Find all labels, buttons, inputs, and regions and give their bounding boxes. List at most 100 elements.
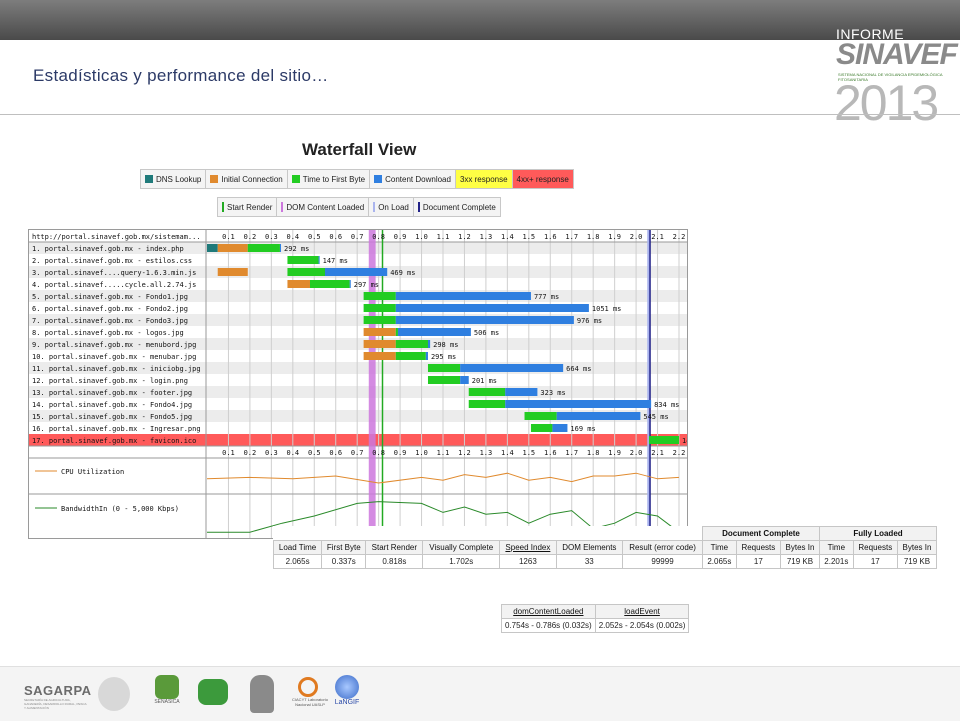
summary-value: 0.818s [365, 554, 424, 569]
request-bar-dl [460, 364, 564, 372]
waterfall-svg: 0.1 0.2 0.3 0.4 0.5 0.6 0.7 0.8 0.9 1.0 1.1 1.2 1.3 1… [29, 230, 733, 538]
summary-header: Load Time [272, 540, 323, 555]
langif-logo: LaNGIF [330, 675, 364, 706]
summary-value: 99999 [622, 554, 704, 569]
request-label: 14. portal.sinavef.gob.mx - Fondo4.jpg [32, 401, 192, 409]
request-bar-ttfb [247, 244, 280, 252]
summary-header: Bytes In [780, 540, 820, 555]
marker-legend-item: On Load [369, 198, 414, 216]
marker-legend-item: DOM Content Loaded [277, 198, 370, 216]
top-bar [0, 0, 960, 40]
axis-tick-label: 1.5 [522, 449, 535, 457]
summary-header: Result (error code) [622, 540, 704, 555]
request-bar-conn [363, 352, 396, 360]
marker-legend-label: DOM Content Loaded [286, 202, 365, 212]
summary-value: 17 [852, 554, 898, 569]
request-bar-ttfb [309, 280, 350, 288]
request-duration-label: 1051 ms [592, 305, 622, 313]
axis-tick-label: 0.6 [329, 233, 342, 241]
axis-tick-label: 1.7 [565, 449, 578, 457]
header-divider [0, 114, 960, 115]
ciacyt-logo: CIACYT Laboratorio Nacional UASLP [290, 677, 330, 707]
axis-tick-label: 0.8 [372, 233, 385, 241]
timing-legend-item: Time to First Byte [288, 170, 371, 188]
url-header-label: http://portal.sinavef.gob.mx/sistemam... [32, 233, 201, 241]
brand-logo: INFORME TECNICO SINAVEF SISTEMA NACIONAL… [834, 24, 960, 128]
timing-legend-swatch [291, 175, 300, 183]
request-duration-label: 323 ms [540, 389, 565, 397]
marker-legend-swatch [417, 202, 420, 212]
waterfall-chart: 0.1 0.2 0.3 0.4 0.5 0.6 0.7 0.8 0.9 1.0 1.1 1.2 1.3 1… [28, 229, 733, 539]
events-table: domContentLoaded loadEvent 0.754s - 0.78… [501, 604, 690, 633]
axis-tick-label: 0.1 [222, 233, 235, 241]
axis-tick-label: 1.3 [480, 449, 493, 457]
timing-legend-swatch [374, 175, 383, 183]
request-bar-ttfb [524, 412, 557, 420]
marker-legend-item: Start Render [218, 198, 278, 216]
timing-legend-item: Initial Connection [206, 170, 288, 188]
brand-year: 2013 [834, 75, 939, 131]
group-document-complete: Document Complete [702, 526, 820, 541]
request-label: 2. portal.sinavef.gob.mx - estilos.css [32, 257, 192, 265]
request-duration-label: 506 ms [474, 329, 499, 337]
request-bar-dl [505, 388, 538, 396]
axis-tick-label: 2.2 [673, 233, 686, 241]
axis-tick-label: 0.3 [265, 449, 278, 457]
axis-tick-label: 0.5 [308, 449, 321, 457]
axis-tick-label: 0.4 [286, 449, 299, 457]
request-bar-conn [217, 268, 248, 276]
request-duration-label: 297 ms [354, 281, 379, 289]
summary-header: Visually Complete [422, 540, 501, 555]
axis-tick-label: 1.3 [480, 233, 493, 241]
summary-value: 17 [735, 554, 782, 569]
summary-header: First Byte [321, 540, 367, 555]
bandwidth-label: BandwidthIn (0 - 5,000 Kbps) [61, 505, 179, 513]
sagarpa-logo-name: SAGARPA [24, 683, 92, 698]
request-bar-ttfb [427, 364, 461, 372]
summary-value: 2.201s [818, 554, 854, 569]
axis-tick-label: 1.8 [587, 449, 600, 457]
timing-legend-label: 4xx+ response [516, 174, 569, 184]
axis-tick-label: 2.1 [651, 233, 664, 241]
waterfall-title: Waterfall View [302, 140, 417, 159]
footer-logos: SAGARPA SECRETARÍA DE AGRICULTURA, GANAD… [0, 666, 960, 721]
marker-legend-swatch [222, 202, 224, 212]
request-bar-conn [363, 328, 396, 336]
axis-tick-label: 2.0 [630, 449, 643, 457]
request-label: 5. portal.sinavef.gob.mx - Fondo1.jpg [32, 293, 188, 301]
timing-legend-item: Content Download [370, 170, 456, 188]
timing-legend-swatch [145, 175, 153, 183]
request-duration-label: 545 ms [643, 413, 668, 421]
request-bar-ttfb [287, 256, 319, 264]
summary-value: 1.702s [422, 554, 501, 569]
request-label: 1. portal.sinavef.gob.mx - index.php [32, 245, 184, 253]
axis-tick-label: 0.8 [372, 449, 385, 457]
request-duration-label: 292 ms [284, 245, 309, 253]
axis-tick-label: 0.7 [351, 449, 364, 457]
summary-header: Speed Index [499, 540, 557, 555]
request-bar-conn [287, 280, 310, 288]
axis-tick-label: 0.2 [244, 233, 257, 241]
summary-header: Bytes In [896, 540, 938, 555]
marker-legend: Start Render DOM Content Loaded On Load Doc… [217, 197, 501, 217]
marker-legend-swatch [373, 202, 376, 212]
request-bar-dl [395, 292, 531, 300]
axis-tick-label: 1.1 [437, 233, 450, 241]
summary-value: 1263 [499, 554, 557, 569]
axis-tick-label: 1.0 [415, 233, 428, 241]
dom-content-loaded-marker [368, 230, 376, 538]
axis-tick-label: 0.1 [222, 449, 235, 457]
request-duration-label: 469 ms [390, 269, 415, 277]
sagarpa-logo-caption: SECRETARÍA DE AGRICULTURA, GANADERÍA, DE… [24, 698, 87, 710]
axis-tick-label: 1.9 [608, 449, 621, 457]
request-bar-dl [427, 340, 431, 348]
axis-tick-label: 1.9 [608, 233, 621, 241]
request-bar-dl [425, 352, 428, 360]
axis-tick-label: 0.3 [265, 233, 278, 241]
summary-header: Time [702, 540, 737, 555]
request-label: 7. portal.sinavef.gob.mx - Fondo3.jpg [32, 317, 188, 325]
request-label: 17. portal.sinavef.gob.mx - favicon.ico [32, 437, 196, 445]
senasica-logo-name: SENASICA [154, 699, 180, 705]
axis-tick-label: 1.4 [501, 449, 514, 457]
langif-icon [335, 675, 359, 699]
